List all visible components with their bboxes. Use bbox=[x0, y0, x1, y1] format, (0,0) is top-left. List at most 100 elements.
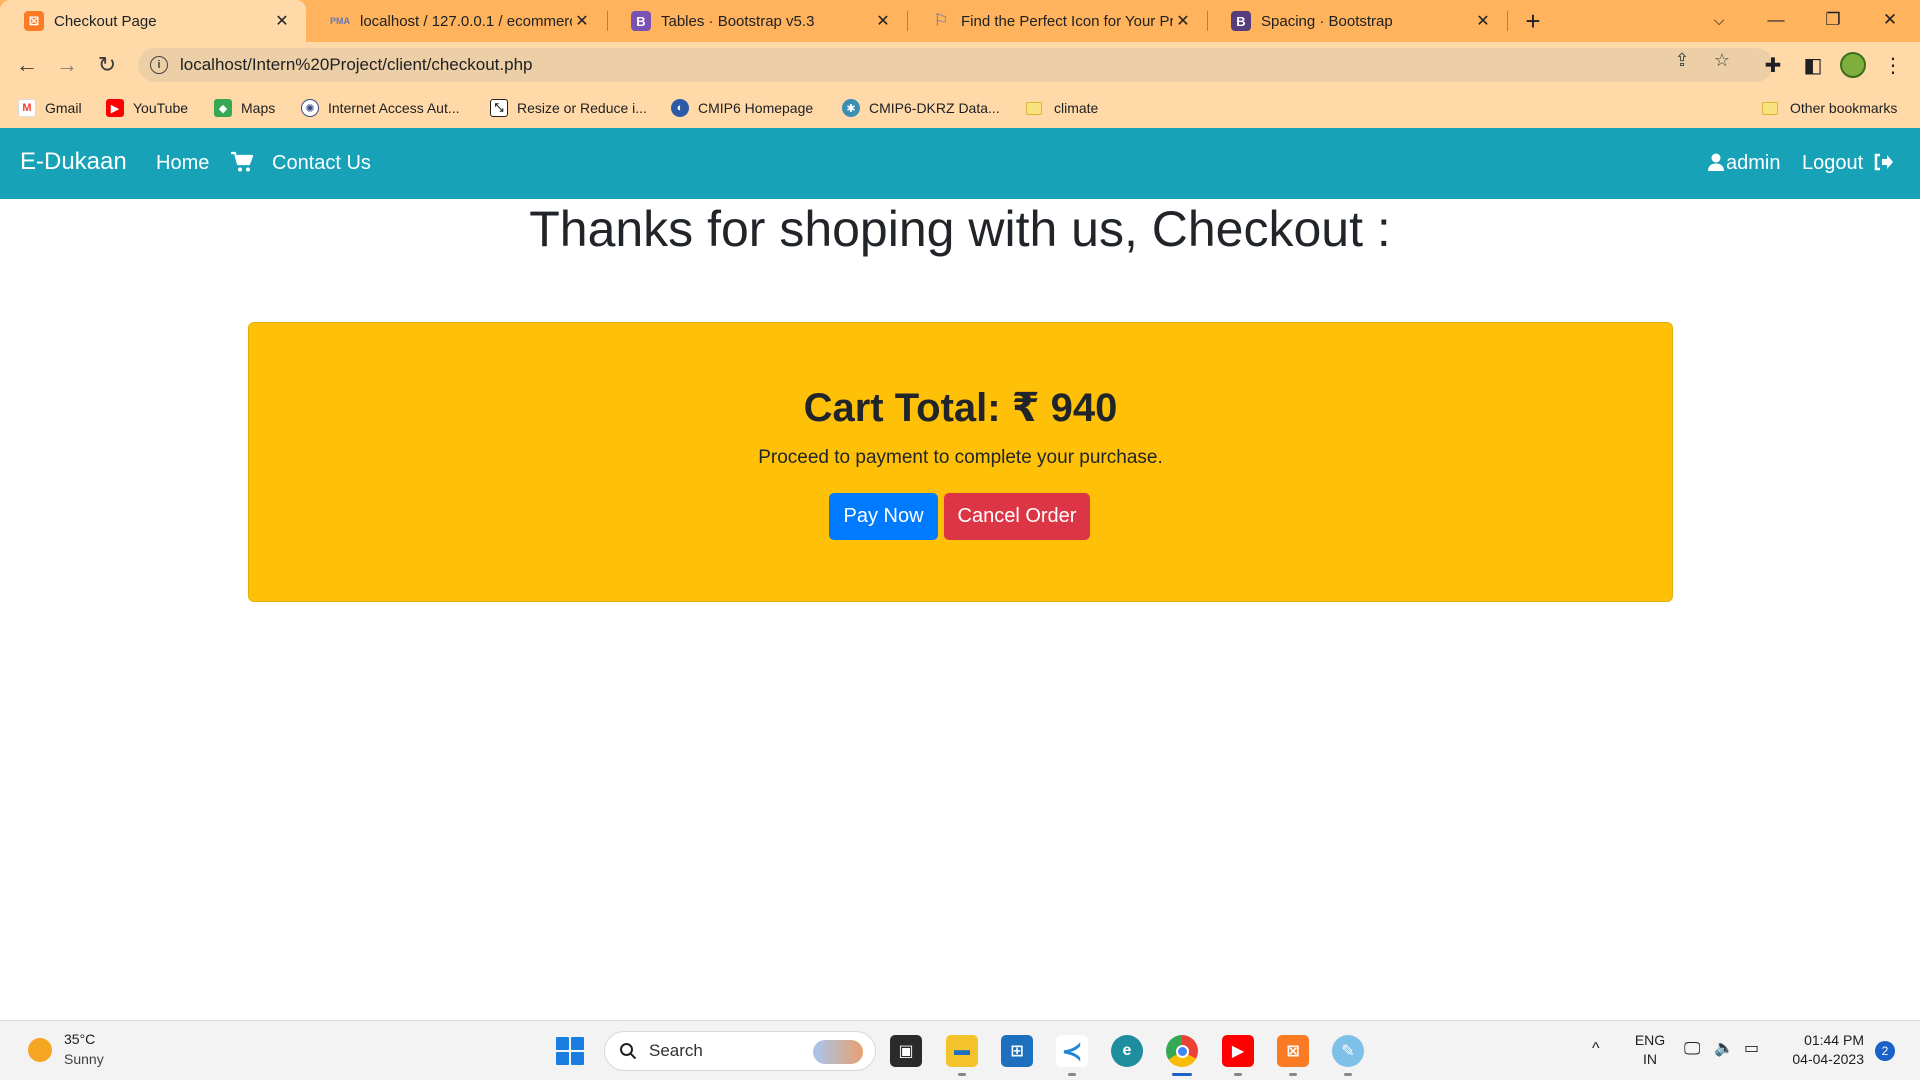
bookmark-label: Gmail bbox=[45, 100, 82, 116]
bookmark-star-icon[interactable]: ☆ bbox=[1710, 48, 1734, 72]
tab-search-chevron-icon[interactable]: ⌵ bbox=[1704, 6, 1734, 34]
restore-button[interactable]: ❐ bbox=[1818, 6, 1848, 34]
chrome-center bbox=[1175, 1044, 1189, 1058]
taskbar-search[interactable]: Search bbox=[604, 1031, 876, 1071]
bookmark-label: Resize or Reduce i... bbox=[517, 100, 647, 116]
weather-description[interactable]: Sunny bbox=[64, 1051, 104, 1067]
institute-icon: ✺ bbox=[301, 99, 319, 117]
windows-taskbar: 35°C Sunny Search ▣ ▬ ⊞ ≺ e ▶ ⊠ ✎ ^ ENG … bbox=[0, 1020, 1920, 1080]
address-bar[interactable]: i localhost/Intern%20Project/client/chec… bbox=[138, 48, 1773, 82]
volume-icon[interactable]: 🔈 bbox=[1714, 1039, 1734, 1058]
store-icon[interactable]: ⊞ bbox=[1001, 1035, 1033, 1067]
forward-button[interactable]: → bbox=[52, 50, 82, 80]
brand-logo[interactable]: E-Dukaan bbox=[20, 148, 127, 176]
running-indicator bbox=[958, 1073, 966, 1076]
back-button[interactable]: ← bbox=[12, 50, 42, 80]
show-hidden-icons-chevron-icon[interactable]: ^ bbox=[1592, 1039, 1600, 1058]
youtube-icon[interactable]: ▶ bbox=[1222, 1035, 1254, 1067]
new-tab-button[interactable]: + bbox=[1519, 6, 1547, 36]
username: admin bbox=[1726, 152, 1781, 174]
page-title: Thanks for shoping with us, Checkout : bbox=[529, 201, 1391, 257]
nav-home[interactable]: Home bbox=[156, 152, 209, 175]
tab-find-icon[interactable]: ⚐ Find the Perfect Icon for Your Pro ✕ bbox=[907, 0, 1207, 42]
pay-now-button[interactable]: Pay Now bbox=[829, 493, 938, 540]
battery-icon[interactable]: ▭ bbox=[1744, 1039, 1759, 1058]
folder-icon bbox=[1762, 101, 1778, 115]
windows-start-button[interactable] bbox=[556, 1037, 584, 1065]
menu-kebab-icon[interactable]: ⋮ bbox=[1880, 52, 1906, 78]
xampp-icon: ⊠ bbox=[24, 11, 44, 31]
checkout-card: Cart Total: ₹ 940 Proceed to payment to … bbox=[248, 322, 1673, 602]
other-bookmarks[interactable]: Other bookmarks bbox=[1762, 96, 1897, 120]
paint-icon[interactable]: ✎ bbox=[1332, 1035, 1364, 1067]
bookmark-label: CMIP6-DKRZ Data... bbox=[869, 100, 1000, 116]
weather-temperature[interactable]: 35°C bbox=[64, 1031, 95, 1047]
cancel-order-button[interactable]: Cancel Order bbox=[944, 493, 1090, 540]
chrome-icon[interactable] bbox=[1166, 1035, 1198, 1067]
gmail-icon: M bbox=[18, 99, 36, 117]
tab-title: Checkout Page bbox=[54, 12, 157, 30]
bookmark-label: Internet Access Aut... bbox=[328, 100, 460, 116]
extensions-icon[interactable]: ✚ bbox=[1760, 52, 1786, 78]
close-icon[interactable]: ✕ bbox=[1473, 11, 1493, 31]
tab-bootstrap-tables[interactable]: B Tables · Bootstrap v5.3 ✕ bbox=[607, 0, 907, 42]
task-view-icon[interactable]: ▣ bbox=[890, 1035, 922, 1067]
notification-badge[interactable]: 2 bbox=[1875, 1041, 1895, 1061]
share-icon[interactable]: ⇪ bbox=[1670, 48, 1694, 72]
running-indicator bbox=[1344, 1073, 1352, 1076]
region-code: IN bbox=[1643, 1051, 1657, 1067]
bookmark-gmail[interactable]: M Gmail bbox=[18, 96, 82, 120]
tab-bootstrap-spacing[interactable]: B Spacing · Bootstrap ✕ bbox=[1207, 0, 1507, 42]
nav-contact-us[interactable]: Contact Us bbox=[272, 152, 371, 175]
close-icon[interactable]: ✕ bbox=[1173, 11, 1193, 31]
system-clock[interactable]: 01:44 PM 04-04-2023 bbox=[1784, 1031, 1864, 1069]
cart-icon[interactable] bbox=[230, 150, 254, 174]
network-icon[interactable]: 🖵 bbox=[1684, 1039, 1700, 1058]
bookmark-youtube[interactable]: ▶ YouTube bbox=[106, 96, 188, 120]
bookmark-maps[interactable]: ◆ Maps bbox=[214, 96, 275, 120]
file-explorer-icon[interactable]: ▬ bbox=[946, 1035, 978, 1067]
bookmark-resize[interactable]: ⤡ Resize or Reduce i... bbox=[490, 96, 647, 120]
vscode-icon[interactable]: ≺ bbox=[1056, 1035, 1088, 1067]
logout-link[interactable]: Logout bbox=[1802, 152, 1893, 175]
user-icon bbox=[1708, 153, 1724, 171]
url-text[interactable]: localhost/Intern%20Project/client/checko… bbox=[180, 55, 532, 75]
bookmark-cmip6-homepage[interactable]: ◐ CMIP6 Homepage bbox=[671, 96, 813, 120]
tab-separator bbox=[1507, 11, 1508, 31]
side-panel-icon[interactable]: ◧ bbox=[1800, 52, 1826, 78]
start-tile bbox=[556, 1037, 569, 1050]
search-icon bbox=[620, 1043, 637, 1060]
tab-title: Find the Perfect Icon for Your Pro bbox=[961, 12, 1173, 30]
search-placeholder: Search bbox=[649, 1041, 703, 1060]
checkout-message: Proceed to payment to complete your purc… bbox=[758, 447, 1163, 468]
clock-date: 04-04-2023 bbox=[1792, 1051, 1864, 1067]
browser-tab-bar: ⊠ Checkout Page ✕ PMA localhost / 127.0.… bbox=[0, 0, 1920, 42]
xampp-icon[interactable]: ⊠ bbox=[1277, 1035, 1309, 1067]
maps-icon: ◆ bbox=[214, 99, 232, 117]
info-icon[interactable]: i bbox=[150, 56, 168, 74]
sun-icon[interactable] bbox=[28, 1038, 52, 1062]
reload-button[interactable]: ↻ bbox=[92, 50, 122, 80]
tab-checkout-page[interactable]: ⊠ Checkout Page ✕ bbox=[0, 0, 306, 42]
tab-title: localhost / 127.0.0.1 / ecommerce bbox=[360, 12, 572, 30]
start-tile bbox=[571, 1037, 584, 1050]
profile-avatar[interactable] bbox=[1840, 52, 1866, 78]
bookmark-cmip6-dkrz[interactable]: ✱ CMIP6-DKRZ Data... bbox=[842, 96, 1000, 120]
minimize-button[interactable]: — bbox=[1761, 6, 1791, 34]
tab-phpmyadmin[interactable]: PMA localhost / 127.0.0.1 / ecommerce ✕ bbox=[306, 0, 606, 42]
edge-icon[interactable]: e bbox=[1111, 1035, 1143, 1067]
language-indicator[interactable]: ENG IN bbox=[1630, 1031, 1670, 1069]
bookmark-folder-climate[interactable]: climate bbox=[1026, 96, 1098, 120]
bookmark-internet-access[interactable]: ✺ Internet Access Aut... bbox=[301, 96, 460, 120]
bookmark-label: YouTube bbox=[133, 100, 189, 116]
globe-icon: ◐ bbox=[671, 99, 689, 117]
running-indicator bbox=[1068, 1073, 1076, 1076]
running-indicator bbox=[1234, 1073, 1242, 1076]
close-icon[interactable]: ✕ bbox=[873, 11, 893, 31]
close-window-button[interactable]: ✕ bbox=[1875, 6, 1905, 34]
close-icon[interactable]: ✕ bbox=[272, 11, 292, 31]
search-highlight-image bbox=[813, 1040, 863, 1064]
nav-user[interactable]: admin bbox=[1708, 152, 1780, 175]
gear-icon: ✱ bbox=[842, 99, 860, 117]
close-icon[interactable]: ✕ bbox=[572, 11, 592, 31]
